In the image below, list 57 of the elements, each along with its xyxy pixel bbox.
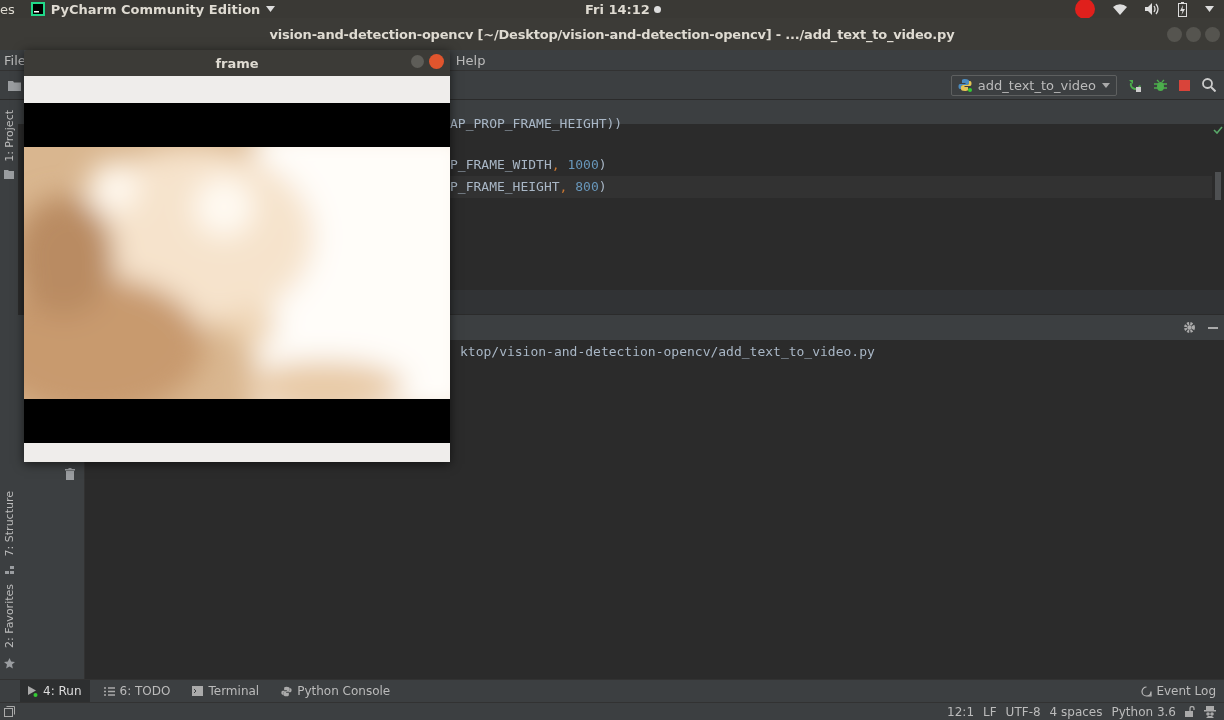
- folder-icon: [4, 169, 14, 179]
- console-output-line: ktop/vision-and-detection-opencv/add_text_to_video.py: [460, 344, 876, 359]
- python-icon: [957, 78, 972, 92]
- structure-icon: [4, 566, 14, 575]
- status-item[interactable]: Python 3.6: [1111, 704, 1176, 719]
- code-line: AP_PROP_FRAME_HEIGHT)): [450, 116, 623, 132]
- gear-icon[interactable]: [1183, 321, 1196, 334]
- run-configuration-dropdown[interactable]: add_text_to_video: [950, 74, 1117, 96]
- status-item[interactable]: LF: [983, 704, 997, 719]
- inspector-icon[interactable]: [1204, 705, 1216, 718]
- lock-icon[interactable]: [1185, 706, 1195, 717]
- wifi-icon[interactable]: [1113, 3, 1127, 15]
- volume-icon[interactable]: [1145, 3, 1160, 15]
- caret-icon: [1102, 82, 1110, 88]
- app-menu[interactable]: PyCharm Community Edition: [50, 1, 261, 17]
- play-icon: [28, 685, 38, 697]
- rerun-icon[interactable]: [1129, 78, 1142, 92]
- tool-window-tab[interactable]: Python Console: [273, 680, 399, 702]
- code-line: P_FRAME_WIDTH, 1000): [450, 157, 607, 173]
- side-tab[interactable]: 7: Structure: [1, 488, 17, 559]
- star-icon: [3, 658, 15, 669]
- tool-window-tab[interactable]: 6: TODO: [95, 680, 179, 702]
- app-logo-icon: [30, 2, 45, 16]
- side-tab[interactable]: 1: Project: [1, 108, 17, 164]
- tool-window-tab[interactable]: 4: Run: [20, 680, 90, 702]
- menu-item[interactable]: Help: [455, 52, 486, 68]
- window-title: vision-and-detection-opencv [~/Desktop/vision-and-detection-opencv] - .../add_text_to_video.py: [269, 26, 955, 42]
- side-tab[interactable]: 2: Favorites: [1, 582, 17, 650]
- clock[interactable]: Fri 14:12: [585, 1, 650, 17]
- trash-icon[interactable]: [65, 468, 75, 480]
- menu-item[interactable]: File: [4, 52, 26, 68]
- tool-window-tab[interactable]: Terminal: [184, 680, 268, 702]
- status-item[interactable]: 12:1: [947, 704, 974, 719]
- battery-icon[interactable]: [1178, 1, 1187, 17]
- stop-icon[interactable]: [1179, 79, 1190, 91]
- panel-toggle-icon[interactable]: [4, 706, 15, 717]
- scrollbar-thumb[interactable]: [1215, 172, 1221, 200]
- caret-icon[interactable]: [1205, 6, 1214, 12]
- window-title: frame: [215, 55, 259, 71]
- check-icon: [1213, 126, 1223, 134]
- close-button[interactable]: [429, 54, 444, 69]
- status-item[interactable]: UTF-8: [1005, 704, 1041, 719]
- minimize-icon[interactable]: [1208, 326, 1218, 329]
- event-log-button[interactable]: Event Log: [1141, 684, 1216, 698]
- terminal-icon: [192, 686, 204, 696]
- python-icon: [281, 685, 293, 697]
- bug-icon[interactable]: [1154, 78, 1167, 92]
- activities-label[interactable]: es: [0, 1, 15, 17]
- folder-icon[interactable]: [8, 79, 21, 91]
- code-line: P_FRAME_HEIGHT, 800): [450, 179, 607, 195]
- record-indicator-icon[interactable]: [1075, 0, 1095, 19]
- search-icon[interactable]: [1202, 78, 1216, 92]
- list-icon: [103, 686, 115, 696]
- caret-icon: [266, 6, 276, 12]
- speech-bubble-icon: [1141, 685, 1153, 697]
- dot-icon: [653, 5, 661, 13]
- status-item[interactable]: 4 spaces: [1049, 704, 1103, 719]
